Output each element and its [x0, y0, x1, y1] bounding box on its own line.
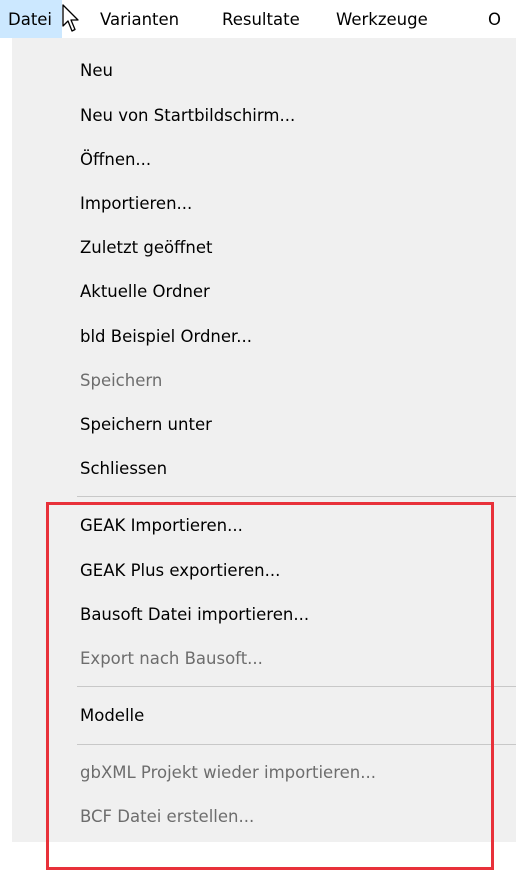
menu-resultate-label: Resultate	[222, 10, 300, 29]
datei-dropdown-menu: Neu Neu von Startbildschirm... Öffnen...…	[12, 38, 516, 870]
menu-item-bld-beispiel-ordner[interactable]: bld Beispiel Ordner...	[80, 325, 252, 349]
menu-werkzeuge-label: Werkzeuge	[336, 10, 428, 29]
menu-werkzeuge[interactable]: Werkzeuge	[336, 0, 428, 38]
menu-datei-label: Datei	[8, 10, 53, 29]
menu-item-importieren[interactable]: Importieren...	[80, 192, 192, 216]
menu-item-oeffnen[interactable]: Öffnen...	[80, 148, 151, 172]
red-highlight-box	[46, 502, 494, 870]
menu-datei[interactable]: Datei	[0, 0, 62, 38]
menu-item-aktuelle-ordner[interactable]: Aktuelle Ordner	[80, 280, 210, 304]
menu-item-speichern-unter[interactable]: Speichern unter	[80, 413, 212, 437]
menu-item-speichern: Speichern	[80, 371, 163, 390]
menu-item-zuletzt-geoeffnet[interactable]: Zuletzt geöffnet	[80, 236, 213, 260]
menu-item-neu-von-startbildschirm[interactable]: Neu von Startbildschirm...	[80, 104, 295, 128]
menu-resultate[interactable]: Resultate	[222, 0, 300, 38]
menu-o-truncated[interactable]: O	[488, 0, 501, 38]
menu-item-neu[interactable]: Neu	[80, 59, 113, 83]
menu-o-label: O	[488, 10, 501, 29]
menu-varianten[interactable]: Varianten	[100, 0, 179, 38]
mouse-cursor-icon	[62, 4, 79, 32]
menu-item-schliessen[interactable]: Schliessen	[80, 457, 167, 481]
menu-varianten-label: Varianten	[100, 10, 180, 29]
menu-separator	[77, 496, 516, 497]
